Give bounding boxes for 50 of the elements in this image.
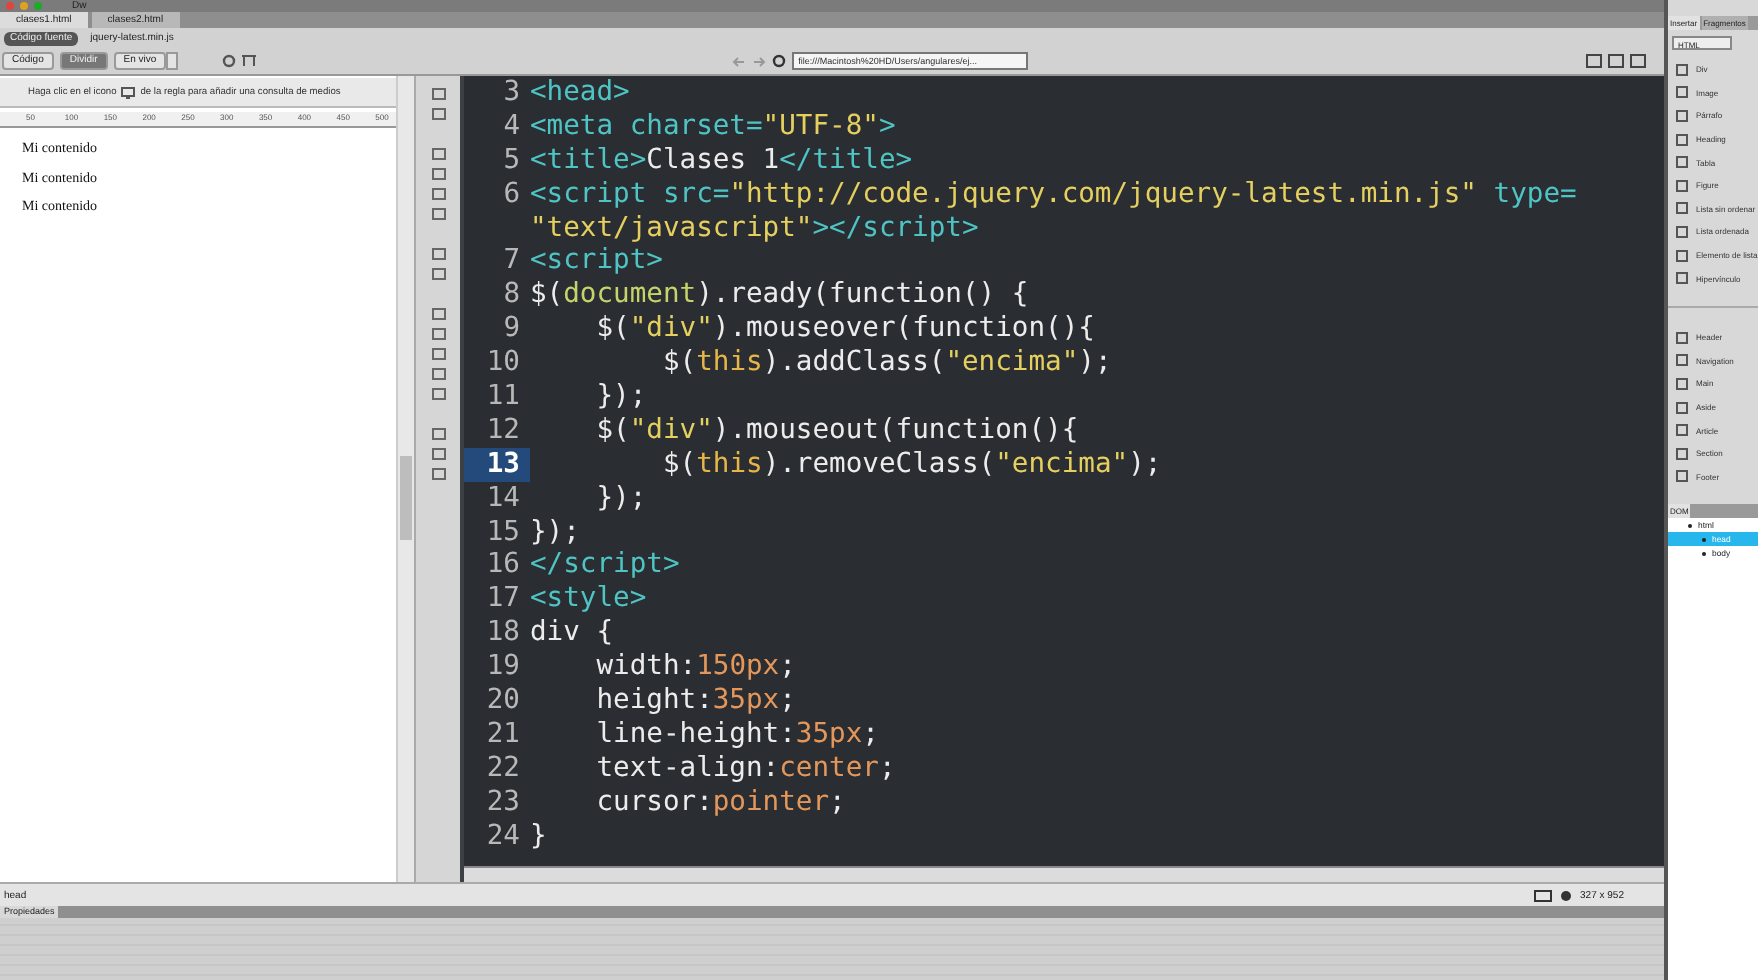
code-line: }); [594,380,647,414]
line-number: 9 [501,312,522,347]
line-number: 19 [484,650,522,685]
code-line: </script> [530,548,680,583]
line-number: 16 [484,548,522,583]
code-line: cursor:pointer; [594,785,846,820]
line-number: 15 [484,515,522,549]
code-line: text-align:center; [594,751,896,786]
line-number: 22 [484,751,522,786]
line-number: 13 [464,447,530,482]
code-line: <head> [530,76,630,110]
line-number: 11 [484,380,522,414]
line-number: 3 [501,76,522,110]
line-number: 5 [501,143,522,178]
code-line: }); [530,515,580,549]
code-line: $(document).ready(function() { [530,278,1029,313]
code-line: <meta charset="UTF-8"> [530,109,896,144]
line-number: 10 [484,346,522,381]
ruler-icon[interactable] [242,54,257,68]
code-line: <title>Clases 1</title> [530,143,913,178]
media-query-icon [120,85,137,99]
line-number: 7 [501,244,522,279]
code-line: <script src="http://code.jquery.com/jquery-latest.min.js" type= [530,177,1577,212]
line-number: 8 [501,278,522,313]
code-line: $("div").mouseout(function(){ [594,413,1079,448]
monitor-icon[interactable] [1534,889,1553,901]
code-line: div { [530,616,614,651]
code-line: } [530,819,547,853]
code-line: }); [594,481,647,516]
code-line: height:35px; [594,684,796,718]
code-line: <style> [530,582,647,617]
line-number: 4 [501,109,522,144]
line-number: 23 [484,785,522,820]
line-number: 18 [484,616,522,651]
code-line: width:150px; [594,650,796,685]
line-number: 20 [484,684,522,718]
line-number: 14 [484,481,522,516]
line-number: 24 [484,819,522,853]
code-line: $("div").mouseover(function(){ [594,312,1095,347]
line-number: 6 [501,177,522,212]
line-number: 21 [484,717,522,752]
line-number: 17 [484,582,522,617]
scrollbar[interactable] [396,76,414,882]
scrollbar[interactable] [464,866,1664,882]
code-line: line-height:35px; [594,717,879,752]
code-line: "text/javascript"></script> [530,211,979,245]
line-number: 12 [484,413,522,448]
code-line: $(this).removeClass("encima"); [660,447,1162,482]
code-line: <script> [530,244,663,279]
code-line: $(this).addClass("encima"); [660,346,1112,381]
